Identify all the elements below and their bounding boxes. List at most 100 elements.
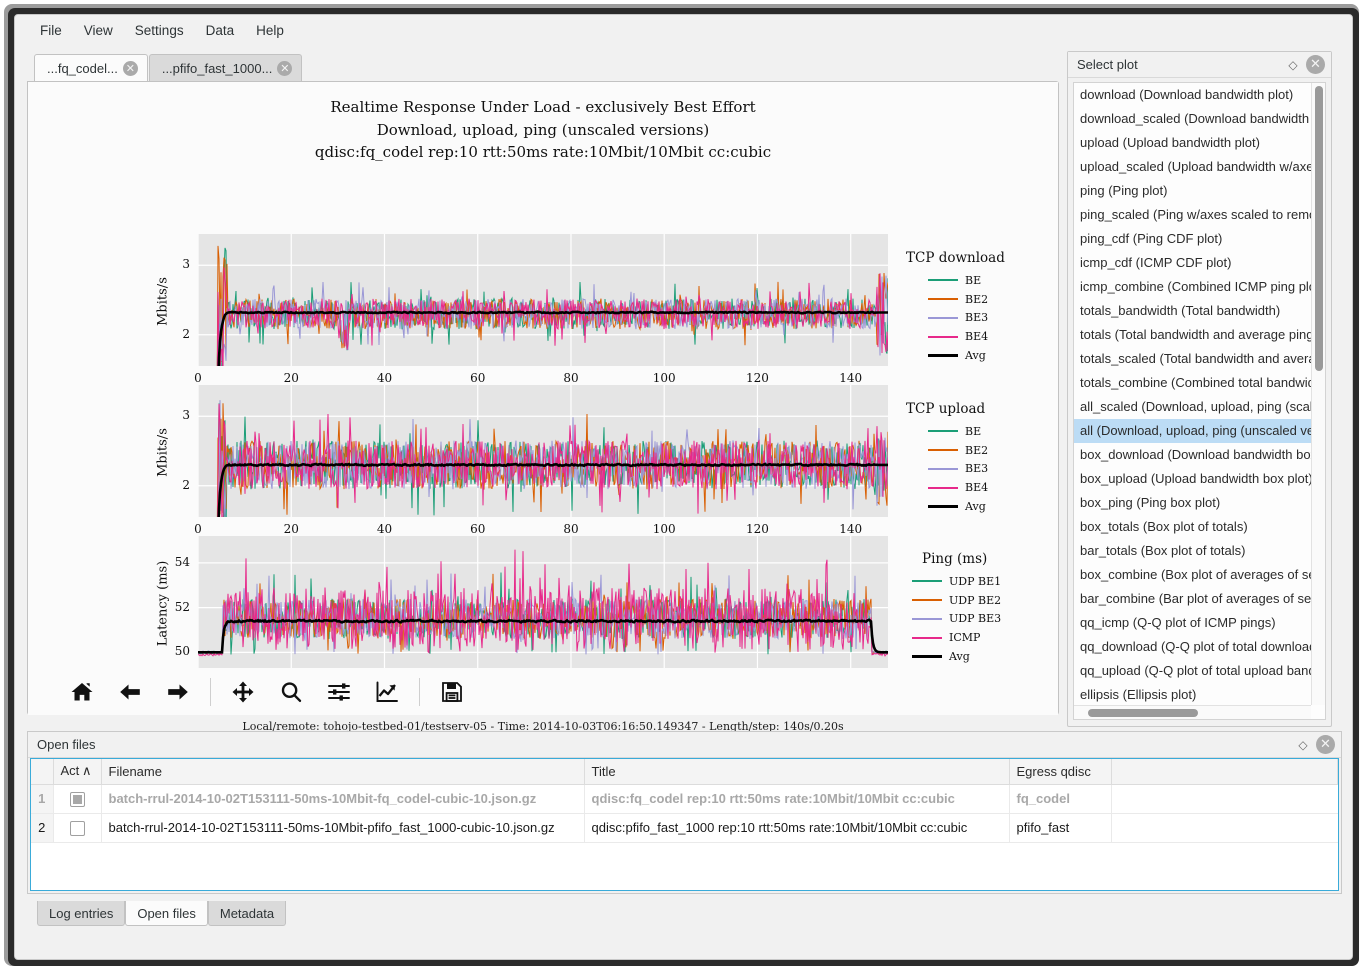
active-checkbox[interactable] xyxy=(70,821,85,836)
plot-list-item[interactable]: qq_upload (Q-Q plot of total upload band… xyxy=(1074,659,1311,683)
y-axis-tick-label: 52 xyxy=(152,600,190,614)
tab-label: ...fq_codel... xyxy=(47,61,118,76)
plot-list-item[interactable]: box_download (Download bandwidth box plo… xyxy=(1074,443,1311,467)
sort-ascending-icon: ∧ xyxy=(82,763,92,779)
plot-list-item[interactable]: ping (Ping plot) xyxy=(1074,179,1311,203)
plot-list-item[interactable]: bar_combine (Bar plot of averages of sev… xyxy=(1074,587,1311,611)
back-arrow-icon[interactable] xyxy=(106,672,154,712)
active-checkbox[interactable] xyxy=(70,792,85,807)
plot-list-item[interactable]: qq_icmp (Q-Q plot of ICMP pings) xyxy=(1074,611,1311,635)
tab-pfifo-fast[interactable]: ...pfifo_fast_1000... ✕ xyxy=(149,54,303,81)
close-icon[interactable]: ✕ xyxy=(1306,55,1325,74)
plot-canvas-ping xyxy=(198,536,888,668)
scrollbar-thumb[interactable] xyxy=(1315,86,1323,371)
cell-egress-qdisc: fq_codel xyxy=(1009,784,1111,813)
save-floppy-icon[interactable] xyxy=(428,672,476,712)
close-icon[interactable]: ✕ xyxy=(123,61,138,76)
col-header-act[interactable]: Act ∧ xyxy=(53,759,101,784)
plot-list-item[interactable]: ping_cdf (Ping CDF plot) xyxy=(1074,227,1311,251)
plot-list-item[interactable]: totals_bandwidth (Total bandwidth) xyxy=(1074,299,1311,323)
plot-list-item[interactable]: totals (Total bandwidth and average ping… xyxy=(1074,323,1311,347)
plot-list-item[interactable]: bar_totals (Box plot of totals) xyxy=(1074,539,1311,563)
desktop-background: File View Settings Data Help ...fq_codel… xyxy=(0,0,1367,974)
plot-list-item[interactable]: icmp_combine (Combined ICMP ping plot) xyxy=(1074,275,1311,299)
cell-filename: batch-rrul-2014-10-02T153111-50ms-10Mbit… xyxy=(101,784,584,813)
toolbar-separator xyxy=(419,678,420,706)
plot-list-item[interactable]: upload (Upload bandwidth plot) xyxy=(1074,131,1311,155)
legend-title: Ping (ms) xyxy=(900,551,1070,567)
axes-ping[interactable] xyxy=(198,536,888,668)
active-checkbox-cell[interactable] xyxy=(53,784,101,813)
col-header-rownum xyxy=(31,759,53,784)
toolbar-separator xyxy=(210,678,211,706)
plot-list-item[interactable]: icmp_cdf (ICMP CDF plot) xyxy=(1074,251,1311,275)
menu-settings[interactable]: Settings xyxy=(124,19,195,42)
legend-label: ICMP xyxy=(949,631,980,644)
matplotlib-toolbar xyxy=(28,668,1058,715)
cell-filename: batch-rrul-2014-10-02T153111-50ms-10Mbit… xyxy=(101,813,584,842)
plot-list-item[interactable]: ellipsis (Ellipsis plot) xyxy=(1074,683,1311,705)
lower-split: Open files ◇ ✕ xyxy=(15,731,1352,959)
float-icon[interactable]: ◇ xyxy=(1283,55,1303,75)
close-icon[interactable]: ✕ xyxy=(1316,735,1335,754)
legend-entry: UDP BE3 xyxy=(900,610,1070,629)
active-checkbox-cell[interactable] xyxy=(53,813,101,842)
edit-curves-chart-icon[interactable] xyxy=(363,672,411,712)
plot-tab-bar: ...fq_codel... ✕ ...pfifo_fast_1000... ✕ xyxy=(27,53,1059,81)
tab-open-files[interactable]: Open files xyxy=(125,901,208,926)
tab-log-entries[interactable]: Log entries xyxy=(37,901,125,926)
plot-list-item[interactable]: box_combine (Box plot of averages of sev… xyxy=(1074,563,1311,587)
table-header-row: Act ∧ Filename Title Egress qdisc xyxy=(31,759,1338,784)
plot-list-item[interactable]: totals_combine (Combined total bandwidth… xyxy=(1074,371,1311,395)
legend-entry: UDP BE2 xyxy=(900,591,1070,610)
plot-list-item[interactable]: box_upload (Upload bandwidth box plot) xyxy=(1074,467,1311,491)
col-header-title[interactable]: Title xyxy=(584,759,1009,784)
dock-title: Open files xyxy=(37,737,1293,752)
plot-list-item[interactable]: download_scaled (Download bandwidth w/ax… xyxy=(1074,107,1311,131)
subplot-sliders-icon[interactable] xyxy=(315,672,363,712)
legend-entry: UDP BE1 xyxy=(900,572,1070,591)
col-header-filename[interactable]: Filename xyxy=(101,759,584,784)
scrollbar-thumb[interactable] xyxy=(1088,709,1198,717)
plot-list-item[interactable]: box_totals (Box plot of totals) xyxy=(1074,515,1311,539)
forward-arrow-icon[interactable] xyxy=(154,672,202,712)
menu-view[interactable]: View xyxy=(73,19,124,42)
bottom-tab-bar: Log entries Open files Metadata xyxy=(27,901,1342,926)
legend-color-swatch xyxy=(912,637,942,639)
pan-move-icon[interactable] xyxy=(219,672,267,712)
home-icon[interactable] xyxy=(58,672,106,712)
plot-list-item[interactable]: all (Download, upload, ping (unscaled ve… xyxy=(1074,419,1311,443)
plot-list-container: download (Download bandwidth plot)downlo… xyxy=(1073,82,1326,720)
legend-color-swatch xyxy=(912,655,942,658)
select-plot-header: Select plot ◇ ✕ xyxy=(1068,52,1331,78)
tab-fq-codel[interactable]: ...fq_codel... ✕ xyxy=(34,54,148,81)
plot-list-item[interactable]: upload_scaled (Upload bandwidth w/axes s… xyxy=(1074,155,1311,179)
plot-list-item[interactable]: all_scaled (Download, upload, ping (scal… xyxy=(1074,395,1311,419)
tab-label: ...pfifo_fast_1000... xyxy=(162,61,273,76)
legend-color-swatch xyxy=(912,599,942,601)
matplotlib-figure[interactable]: Realtime Response Under Load - exclusive… xyxy=(28,82,1058,668)
menu-help[interactable]: Help xyxy=(245,19,295,42)
plot-list-item[interactable]: qq_download (Q-Q plot of total download … xyxy=(1074,635,1311,659)
open-files-dock: Open files ◇ ✕ xyxy=(27,731,1342,894)
menu-file[interactable]: File xyxy=(29,19,73,42)
float-icon[interactable]: ◇ xyxy=(1293,735,1313,755)
plot-list-item[interactable]: download (Download bandwidth plot) xyxy=(1074,83,1311,107)
plot-list-item[interactable]: totals_scaled (Total bandwidth and avera… xyxy=(1074,347,1311,371)
close-icon[interactable]: ✕ xyxy=(277,61,292,76)
window-body: ...fq_codel... ✕ ...pfifo_fast_1000... ✕… xyxy=(15,45,1352,959)
table-row[interactable]: 2batch-rrul-2014-10-02T153111-50ms-10Mbi… xyxy=(31,813,1338,842)
application-window: File View Settings Data Help ...fq_codel… xyxy=(14,14,1353,960)
plot-list-horizontal-scrollbar[interactable] xyxy=(1074,705,1311,719)
tab-metadata[interactable]: Metadata xyxy=(208,901,286,926)
open-files-header: Open files ◇ ✕ xyxy=(28,732,1341,758)
plot-list-item[interactable]: box_ping (Ping box plot) xyxy=(1074,491,1311,515)
table-row[interactable]: 1batch-rrul-2014-10-02T153111-50ms-10Mbi… xyxy=(31,784,1338,813)
menu-data[interactable]: Data xyxy=(195,19,246,42)
plot-list[interactable]: download (Download bandwidth plot)downlo… xyxy=(1074,83,1311,705)
zoom-magnifier-icon[interactable] xyxy=(267,672,315,712)
col-header-qdisc[interactable]: Egress qdisc xyxy=(1009,759,1111,784)
plot-list-vertical-scrollbar[interactable] xyxy=(1311,83,1325,705)
plot-list-item[interactable]: ping_scaled (Ping w/axes scaled to remov… xyxy=(1074,203,1311,227)
legend-color-swatch xyxy=(912,580,942,582)
